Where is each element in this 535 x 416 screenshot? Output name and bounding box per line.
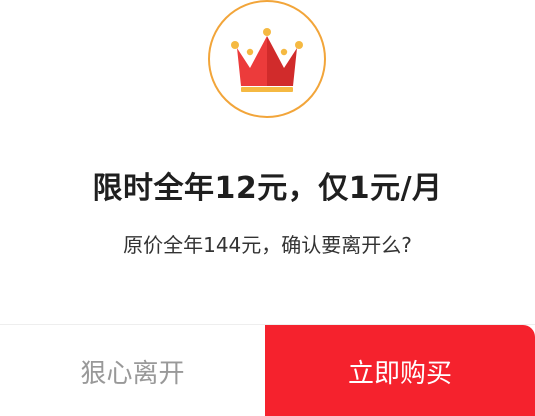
crown-icon: [231, 28, 303, 92]
offer-subtitle: 原价全年144元，确认要离开么?: [123, 233, 412, 257]
leave-button[interactable]: 狠心离开: [0, 325, 265, 416]
offer-title: 限时全年12元，仅1元/月: [92, 171, 443, 206]
retention-dialog: 限时全年12元，仅1元/月 原价全年144元，确认要离开么? 狠心离开 立即购买: [0, 0, 535, 416]
crown-badge: [208, 0, 326, 118]
buy-now-button[interactable]: 立即购买: [265, 325, 535, 416]
dialog-footer: 狠心离开 立即购买: [0, 324, 535, 416]
